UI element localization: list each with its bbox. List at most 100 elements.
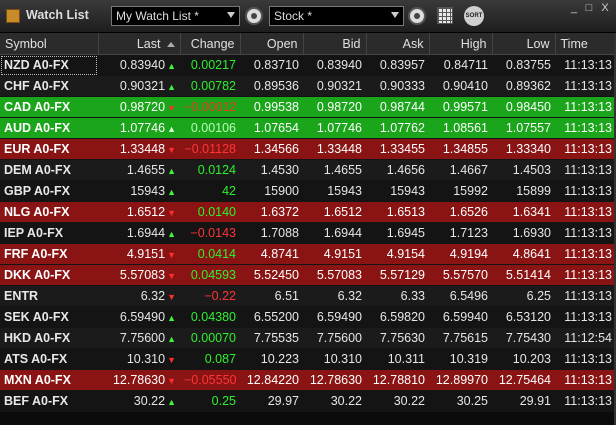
cell-change: 0.25 [180,390,240,412]
table-row[interactable]: BEF A0-FX 30.22 ▲ 0.25 29.97 30.22 30.22 30.25 2… [0,390,616,412]
table-row[interactable]: HKD A0-FX 7.75600 ▲ 0.00070 7.75535 7.75600 7.… [0,327,616,349]
cell-open: 15900 [240,180,303,202]
cell-time: 11:13:13 [555,390,616,412]
table-row[interactable]: AUD A0-FX 1.07746 ▲ 0.00106 1.07654 1.07746 1.… [0,117,616,139]
chevron-down-icon [227,12,235,18]
table-row[interactable]: FRF A0-FX 4.9151 ▼ 0.0414 4.8741 4.9151 4.9154… [0,243,616,265]
cell-open: 6.51 [240,285,303,307]
cell-open: 7.75535 [240,327,303,349]
cell-ask: 4.9154 [366,243,429,265]
column-header-symbol[interactable]: Symbol [0,33,99,55]
title-bar: Watch List My Watch List * Stock * SORT … [0,0,616,33]
table-row[interactable]: DEM A0-FX 1.4655 ▲ 0.0124 1.4530 1.4655 1.4656… [0,159,616,181]
cell-ask: 30.22 [366,390,429,412]
cell-high: 12.89970 [429,369,492,391]
column-header-bid[interactable]: Bid [303,33,367,55]
cell-change: 0.00782 [180,75,240,97]
cell-time: 11:13:13 [555,117,616,139]
arrow-down-icon: ▼ [167,271,176,281]
cell-bid: 0.83940 [303,54,366,76]
cell-symbol: MXN A0-FX [0,369,98,391]
cell-high: 0.90410 [429,75,492,97]
column-header-high[interactable]: High [429,33,493,55]
cell-symbol: FRF A0-FX [0,243,98,265]
cell-time: 11:12:54 [555,327,616,349]
minimize-button[interactable]: _ [567,2,581,14]
cell-open: 5.52450 [240,264,303,286]
cell-symbol: IEP A0-FX [0,222,98,244]
arrow-down-icon: ▼ [167,208,176,218]
column-header-ask[interactable]: Ask [366,33,430,55]
table-row[interactable]: EUR A0-FX 1.33448 ▼ −0.01128 1.34566 1.33448 1… [0,138,616,160]
cell-bid: 1.4655 [303,159,366,181]
column-header-low[interactable]: Low [492,33,556,55]
cell-time: 11:13:13 [555,306,616,328]
watchlist-select-value: My Watch List * [116,9,199,23]
cell-change: 0.0414 [180,243,240,265]
cell-bid: 30.22 [303,390,366,412]
cell-open: 1.4530 [240,159,303,181]
cell-symbol: GBP A0-FX [0,180,98,202]
table-row[interactable]: CAD A0-FX 0.98720 ▼ −0.00012 0.99538 0.98720 0… [0,96,616,118]
cell-bid: 0.98720 [303,96,366,118]
header-row: Symbol Last Change Open Bid Ask High Low… [0,33,616,55]
cell-symbol: HKD A0-FX [0,327,98,349]
watchlist-select[interactable]: My Watch List * [111,6,240,26]
cell-low: 29.91 [492,390,555,412]
arrow-up-icon: ▲ [167,334,176,344]
cell-ask: 6.59820 [366,306,429,328]
arrow-up-icon: ▲ [167,166,176,176]
table-row[interactable]: SEK A0-FX 6.59490 ▲ 0.04380 6.55200 6.59490 6.… [0,306,616,328]
cell-bid: 12.78630 [303,369,366,391]
cell-high: 6.59940 [429,306,492,328]
cell-high: 30.25 [429,390,492,412]
column-header-time[interactable]: Time [555,33,616,55]
cell-low: 0.89362 [492,75,555,97]
cell-high: 1.6526 [429,201,492,223]
cell-symbol: EUR A0-FX [0,138,98,160]
table-row[interactable]: MXN A0-FX 12.78630 ▼ −0.05550 12.84220 12.786… [0,369,616,391]
arrow-down-icon: ▼ [167,292,176,302]
cell-open: 4.8741 [240,243,303,265]
type-select[interactable]: Stock * [269,6,404,26]
column-header-last[interactable]: Last [98,33,181,55]
cell-change: −0.01128 [180,138,240,160]
cell-bid: 1.07746 [303,117,366,139]
cell-ask: 5.57129 [366,264,429,286]
settings-gear-icon[interactable] [245,7,263,25]
column-header-change[interactable]: Change [180,33,241,55]
cell-ask: 0.90333 [366,75,429,97]
table-row[interactable]: NLG A0-FX 1.6512 ▼ 0.0140 1.6372 1.6512 1.6513… [0,201,616,223]
arrow-up-icon: ▲ [167,397,176,407]
cell-ask: 1.07762 [366,117,429,139]
cell-change: 0.087 [180,348,240,370]
table-row[interactable]: ATS A0-FX 10.310 ▼ 0.087 10.223 10.310 10.311 1… [0,348,616,370]
maximize-button[interactable]: □ [582,2,596,14]
table-row[interactable]: NZD A0-FX 0.83940 ▲ 0.00217 0.83710 0.83940 0.… [0,54,616,76]
cell-last: 0.90321 ▲ [98,75,180,97]
cell-bid: 6.32 [303,285,366,307]
table-row[interactable]: CHF A0-FX 0.90321 ▲ 0.00782 0.89536 0.90321 0.… [0,75,616,97]
table-row[interactable]: DKK A0-FX 5.57083 ▼ 0.04593 5.52450 5.57083 5.… [0,264,616,286]
sort-icon[interactable]: SORT [464,6,484,26]
table-row[interactable]: ENTR 6.32 ▼ −0.22 6.51 6.32 6.33 6.5496 6.25 11:1… [0,285,616,307]
close-button[interactable]: X [598,2,612,14]
column-header-open[interactable]: Open [240,33,304,55]
cell-high: 0.99571 [429,96,492,118]
cell-bid: 6.59490 [303,306,366,328]
cell-high: 0.84711 [429,54,492,76]
cell-change: 0.00070 [180,327,240,349]
cell-change: 0.0124 [180,159,240,181]
cell-bid: 15943 [303,180,366,202]
table-row[interactable]: IEP A0-FX 1.6944 ▲ −0.0143 1.7088 1.6944 1.694… [0,222,616,244]
arrow-up-icon: ▲ [167,313,176,323]
table-row[interactable]: GBP A0-FX 15943 ▲ 42 15900 15943 15943 15992 158… [0,180,616,202]
settings-gear-icon[interactable] [408,7,426,25]
cell-time: 11:13:13 [555,96,616,118]
grid-icon[interactable] [437,7,453,24]
cell-symbol: SEK A0-FX [0,306,98,328]
cell-high: 4.9194 [429,243,492,265]
arrow-up-icon: ▲ [167,229,176,239]
cell-symbol: NLG A0-FX [0,201,98,223]
cell-bid: 10.310 [303,348,366,370]
